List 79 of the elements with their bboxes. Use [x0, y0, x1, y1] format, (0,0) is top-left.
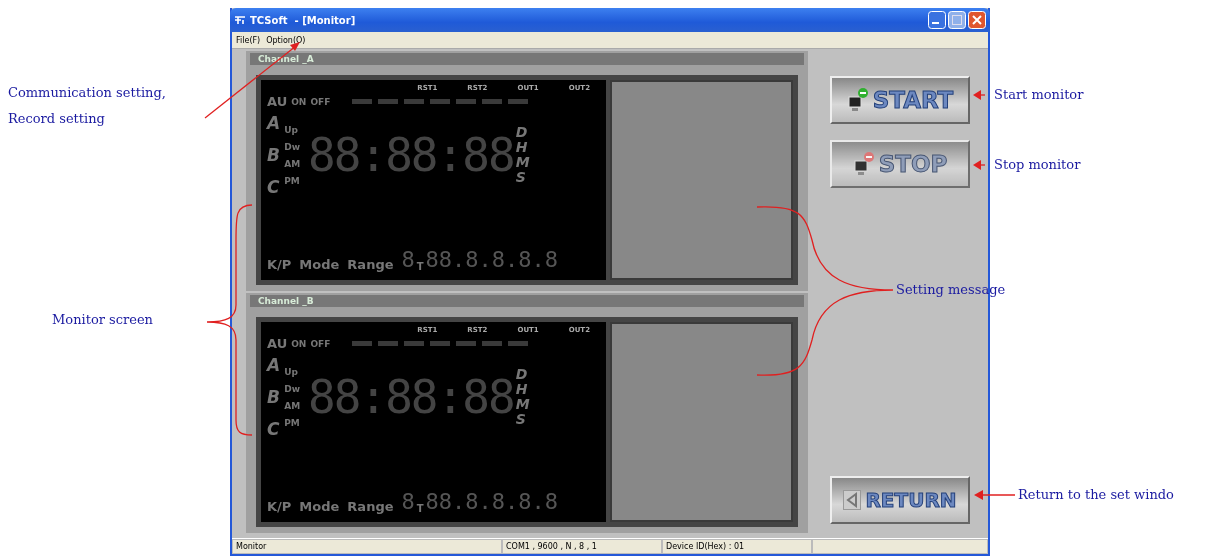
lcd-label: Up — [284, 366, 299, 377]
lcd-label: Range — [347, 499, 394, 514]
lcd-digits: 88.8.8.8.8 — [425, 489, 559, 514]
lcd-label: D — [515, 367, 529, 382]
segment-indicator — [508, 341, 529, 346]
lcd-label: B — [267, 387, 281, 407]
lcd-label: PM — [284, 417, 301, 428]
close-icon[interactable] — [968, 11, 986, 29]
lcd-label: Dw — [284, 383, 301, 394]
lcd-label: PM — [284, 175, 301, 186]
lcd-digits: 88:88:88 — [308, 370, 514, 424]
lcd-label: Up — [284, 124, 299, 135]
computer-icon — [852, 151, 875, 177]
lcd-label: B — [267, 145, 281, 165]
segment-indicator — [456, 341, 477, 346]
return-button[interactable]: RETURN — [830, 476, 970, 524]
status-bar-pane: Device ID(Hex) : 01 — [662, 539, 812, 554]
lcd-label: D — [515, 125, 529, 140]
leader-line — [973, 160, 986, 170]
segment-indicator — [352, 99, 373, 104]
lcd-label: S — [515, 170, 527, 185]
segment-indicator — [430, 341, 451, 346]
segment-indicator — [430, 99, 451, 104]
start-button[interactable]: START — [830, 76, 970, 124]
lcd-label: K/P — [267, 499, 292, 514]
lcd-label: OFF — [310, 338, 331, 349]
lcd-digits: 8 — [401, 247, 415, 272]
annotation-text: Stop monitor — [994, 156, 1081, 174]
lcd-label: ON — [291, 338, 307, 349]
lcd-label: AU — [267, 94, 288, 109]
lcd-label: M — [515, 155, 530, 170]
annotation-text: Communication setting, Record setting — [8, 84, 166, 128]
segment-indicator — [378, 99, 399, 104]
lcd-label: AU — [267, 336, 288, 351]
computer-icon — [846, 87, 869, 113]
annotation-text: Monitor screen — [52, 311, 153, 329]
annotation-text: Start monitor — [994, 86, 1084, 104]
segment-indicator — [352, 341, 373, 346]
segment-indicator — [456, 99, 477, 104]
minimize-icon[interactable] — [928, 11, 946, 29]
lcd-digits: 8 — [401, 489, 415, 514]
lcd-label: K/P — [267, 257, 292, 272]
segment-indicator — [482, 99, 503, 104]
menu-item[interactable]: Option(O) — [266, 35, 306, 45]
segment-indicator — [378, 341, 399, 346]
lcd-label: Range — [347, 257, 394, 272]
lcd-label: T — [416, 261, 424, 272]
lcd-digits: 88:88:88 — [308, 128, 514, 182]
channel-title: Channel _B — [258, 296, 314, 306]
lcd-label: OFF — [310, 96, 331, 107]
window-title: TCSoft - [Monitor] — [250, 14, 356, 26]
segment-indicator — [482, 341, 503, 346]
segment-indicator — [404, 341, 425, 346]
app-icon — [234, 15, 246, 25]
lcd-label: A — [267, 113, 281, 133]
lcd-label: M — [515, 397, 530, 412]
lcd-label: Dw — [284, 141, 301, 152]
lcd-label: S — [515, 412, 527, 427]
lcd-label: ON — [291, 96, 307, 107]
lcd-label: C — [267, 177, 281, 197]
segment-indicator — [508, 99, 529, 104]
lcd-label: Mode — [299, 257, 340, 272]
lcd-digits: 88.8.8.8.8 — [425, 247, 559, 272]
segment-indicator — [404, 99, 425, 104]
lcd-label: A — [267, 355, 281, 375]
lcd-label: H — [515, 382, 529, 397]
status-bar-pane: Monitor — [232, 539, 502, 554]
lcd-label: Mode — [299, 499, 340, 514]
annotation-text: Return to the set windo — [1018, 486, 1174, 504]
status-bar-pane: COM1 , 9600 , N , 8 , 1 — [502, 539, 662, 554]
leader-line — [973, 90, 986, 100]
lcd-label: AM — [284, 400, 301, 411]
lcd-label: AM — [284, 158, 301, 169]
leader-line — [974, 490, 1016, 500]
maximize-icon[interactable] — [948, 11, 966, 29]
lcd-label: H — [515, 140, 529, 155]
menu-item[interactable]: File(F) — [236, 35, 261, 45]
lcd-label: T — [416, 503, 424, 514]
lcd-label: C — [267, 419, 281, 439]
